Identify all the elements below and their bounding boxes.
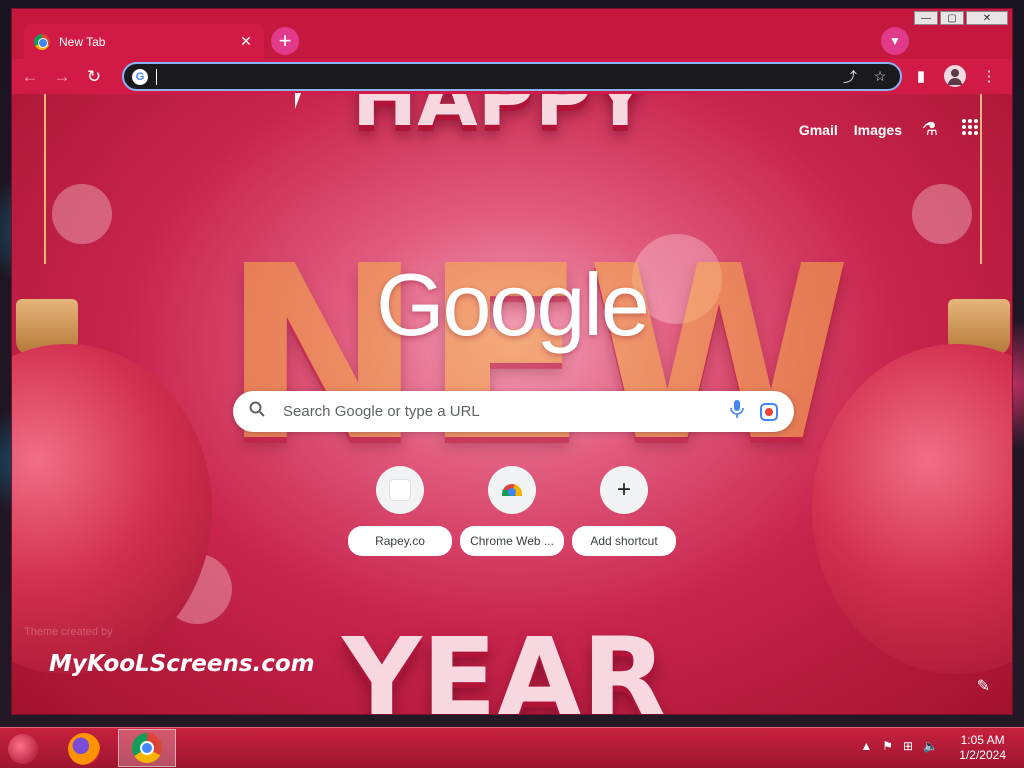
ntp-header-links: Gmail Images ⚗ xyxy=(799,118,982,141)
bokeh-light xyxy=(52,184,112,244)
ornament-string xyxy=(44,94,46,264)
shortcut-tiles: Rapey.co Chrome Web ... + Add shortcut xyxy=(12,466,1012,556)
reload-button[interactable]: ↻ xyxy=(80,63,108,91)
network-icon[interactable]: ⊞ xyxy=(903,739,913,753)
tab-title: New Tab xyxy=(59,34,106,49)
taskbar: ▲ ⚑ ⊞ 🔈 1:05 AM 1/2/2024 xyxy=(0,727,1024,768)
side-panel-icon[interactable]: ▮ xyxy=(908,62,934,90)
taskbar-chrome-button[interactable] xyxy=(118,729,176,767)
browser-window: New Tab ✕ + ▼ — ▢ ✕ ← → ↻ G ⤴ ☆ ▮ ⋮ HAPP… xyxy=(11,8,1013,715)
taskbar-clock[interactable]: 1:05 AM 1/2/2024 xyxy=(959,733,1006,763)
bokeh-light xyxy=(912,184,972,244)
theme-credit[interactable]: Theme created by xyxy=(24,626,113,638)
mouse-cursor-icon xyxy=(295,93,301,109)
shortcut-label: Add shortcut xyxy=(572,526,676,556)
search-icon xyxy=(249,401,269,422)
start-button-ornament-icon[interactable] xyxy=(8,734,38,764)
theme-text-top: HAPPY xyxy=(352,94,649,144)
flag-icon[interactable]: ⚑ xyxy=(882,739,893,753)
google-lens-icon[interactable] xyxy=(760,402,778,421)
voice-search-icon[interactable] xyxy=(724,400,750,423)
menu-icon[interactable]: ⋮ xyxy=(976,62,1002,90)
google-icon: G xyxy=(132,68,148,85)
shortcut-label: Chrome Web ... xyxy=(460,526,564,556)
bookmark-star-icon[interactable]: ☆ xyxy=(868,68,892,85)
profile-button[interactable] xyxy=(942,62,968,90)
plus-icon: + xyxy=(278,28,292,53)
system-tray: ▲ ⚑ ⊞ 🔈 xyxy=(860,739,938,753)
labs-icon[interactable]: ⚗ xyxy=(918,119,942,140)
customize-edit-icon[interactable]: ✎ xyxy=(977,676,990,696)
chrome-icon xyxy=(132,733,162,763)
maximize-button[interactable]: ▢ xyxy=(940,11,964,25)
toolbar: ← → ↻ G ⤴ ☆ ▮ ⋮ xyxy=(12,59,1012,94)
shortcut-favicon: + xyxy=(600,466,648,514)
window-controls: — ▢ ✕ xyxy=(914,11,1008,25)
gmail-link[interactable]: Gmail xyxy=(799,122,838,138)
shortcut-rapey[interactable]: Rapey.co xyxy=(348,466,452,556)
forward-button[interactable]: → xyxy=(48,63,76,91)
tab-strip: New Tab ✕ + ▼ — ▢ ✕ xyxy=(12,9,1012,59)
close-window-button[interactable]: ✕ xyxy=(966,11,1008,25)
omnibox[interactable]: G ⤴ ☆ xyxy=(122,62,902,91)
toolbar-right: ▮ ⋮ xyxy=(908,62,1002,90)
volume-muted-icon[interactable]: 🔈 xyxy=(923,739,938,753)
back-button[interactable]: ← xyxy=(16,63,44,91)
google-logo: Google xyxy=(376,255,650,354)
shortcut-chrome-web-store[interactable]: Chrome Web ... xyxy=(460,466,564,556)
new-tab-page: HAPPY NEW YEAR Gmail Images ⚗ Google Sea… xyxy=(12,94,1012,714)
tray-overflow-icon[interactable]: ▲ xyxy=(860,739,872,753)
clock-date: 1/2/2024 xyxy=(959,748,1006,762)
tab-close-icon[interactable]: ✕ xyxy=(238,33,254,50)
theme-text-bottom: YEAR xyxy=(342,614,667,714)
plus-icon: + xyxy=(616,476,631,503)
ntp-search-input[interactable] xyxy=(283,403,724,420)
blank-page-icon xyxy=(389,479,411,501)
clock-time: 1:05 AM xyxy=(960,733,1005,747)
watermark-text: MyKooLScreens.com xyxy=(49,651,315,677)
shortcut-label: Rapey.co xyxy=(348,526,452,556)
add-shortcut-button[interactable]: + Add shortcut xyxy=(572,466,676,556)
tab-search-button[interactable]: ▼ xyxy=(881,27,909,55)
shortcut-favicon xyxy=(376,466,424,514)
apps-grid-icon[interactable] xyxy=(958,118,982,141)
omnibox-input[interactable] xyxy=(161,66,832,87)
avatar-icon xyxy=(944,65,966,87)
images-link[interactable]: Images xyxy=(854,122,902,138)
shortcut-favicon xyxy=(488,466,536,514)
share-icon[interactable]: ⤴ xyxy=(838,67,862,87)
tab-new-tab[interactable]: New Tab ✕ xyxy=(24,24,264,59)
ntp-search-box[interactable] xyxy=(233,391,794,432)
text-caret xyxy=(156,68,157,85)
minimize-button[interactable]: — xyxy=(914,11,938,25)
chrome-web-store-icon xyxy=(502,484,522,496)
chrome-icon xyxy=(34,33,50,50)
new-tab-button[interactable]: + xyxy=(271,27,299,55)
chevron-down-icon: ▼ xyxy=(889,34,901,48)
firefox-icon[interactable] xyxy=(68,733,100,765)
